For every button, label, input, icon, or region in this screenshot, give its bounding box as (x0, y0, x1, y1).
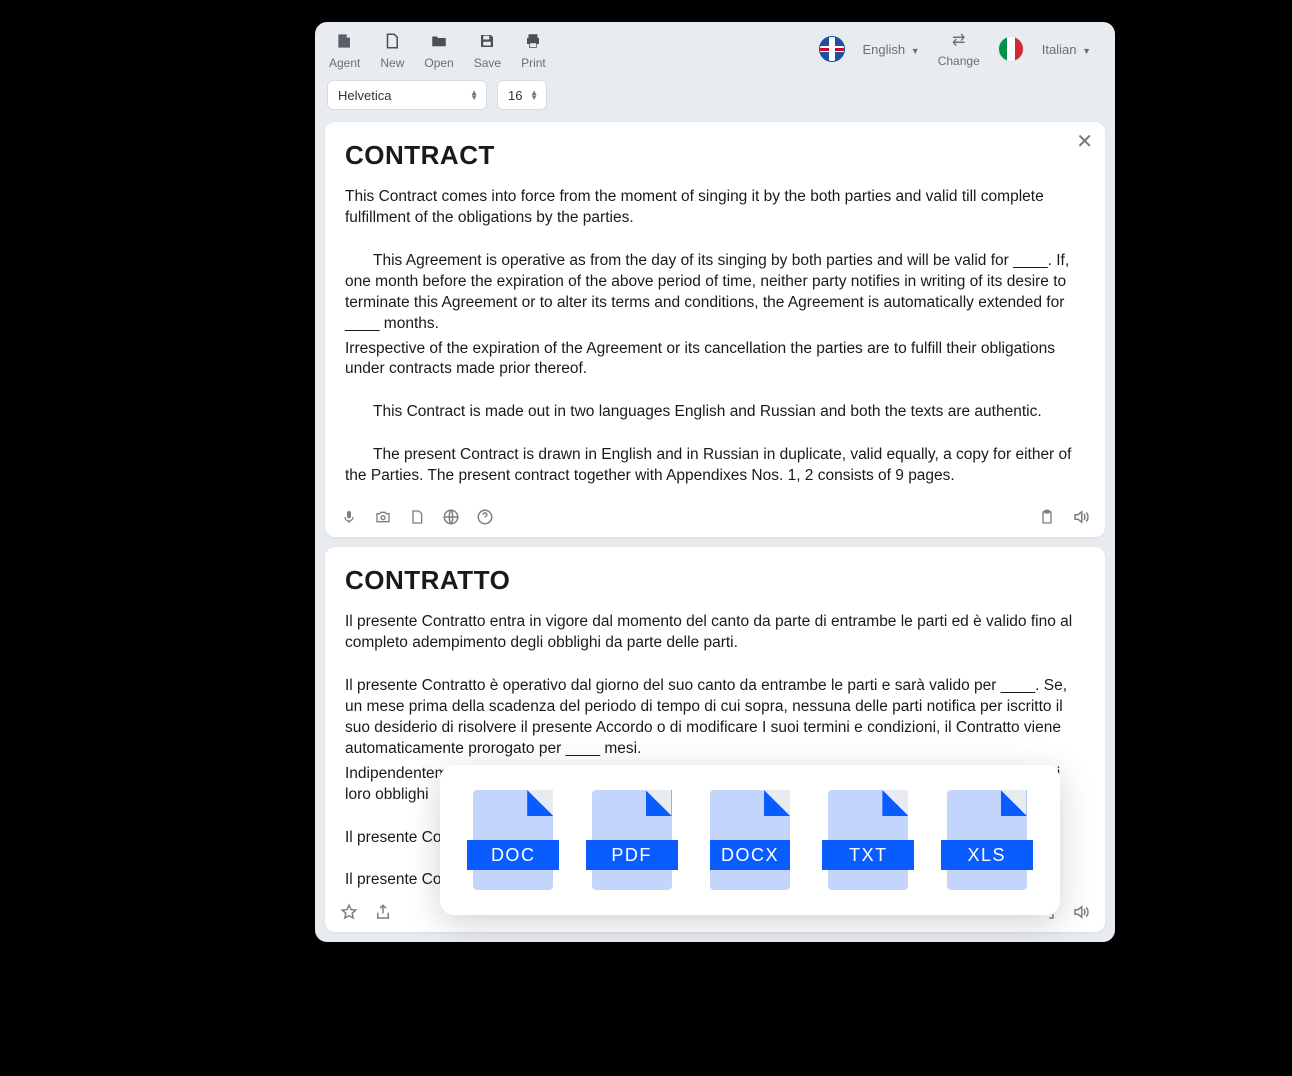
new-button[interactable]: New (380, 30, 404, 70)
xls-label: XLS (941, 840, 1033, 870)
source-p2a: This Agreement is operative as from the … (345, 251, 1085, 335)
share-icon[interactable] (373, 902, 393, 922)
doc-label: DOC (467, 840, 559, 870)
source-footer (325, 501, 1105, 537)
speaker-icon[interactable] (1071, 507, 1091, 527)
source-p1: This Contract comes into force from the … (345, 187, 1085, 229)
chevron-updown-icon: ▲▼ (470, 90, 478, 100)
font-size-value: 16 (508, 88, 522, 103)
font-size-select[interactable]: 16 ▲▼ (497, 80, 547, 110)
language-section: English ▼ ⇄ Change Italian ▼ (819, 30, 1091, 68)
export-pdf[interactable]: PDF (592, 790, 672, 890)
help-icon[interactable] (475, 507, 495, 527)
speaker-icon[interactable] (1071, 902, 1091, 922)
font-value: Helvetica (338, 88, 391, 103)
target-p2a: Il presente Contratto è operativo dal gi… (345, 676, 1085, 760)
target-lang-label: Italian ▼ (1042, 42, 1091, 57)
save-icon (476, 30, 498, 52)
new-label: New (380, 56, 404, 70)
target-heading: CONTRATTO (345, 565, 1085, 596)
print-button[interactable]: Print (521, 30, 546, 70)
clipboard-icon[interactable] (1037, 507, 1057, 527)
target-lang-text: Italian (1042, 42, 1077, 57)
source-flag-col (819, 36, 845, 62)
source-lang-selector[interactable]: English ▼ (863, 42, 920, 57)
txt-file-icon: TXT (828, 790, 908, 890)
source-p3: This Contract is made out in two languag… (345, 402, 1085, 423)
source-lang-text: English (863, 42, 906, 57)
source-content[interactable]: CONTRACT This Contract comes into force … (325, 122, 1105, 501)
swap-icon: ⇄ (952, 30, 965, 50)
xls-file-icon: XLS (947, 790, 1027, 890)
docx-file-icon: DOCX (710, 790, 790, 890)
toolbar: Agent New Open Save (315, 22, 1115, 74)
export-docx[interactable]: DOCX (710, 790, 790, 890)
save-label: Save (474, 56, 501, 70)
format-bar: Helvetica ▲▼ 16 ▲▼ (315, 74, 1115, 122)
export-txt[interactable]: TXT (828, 790, 908, 890)
export-xls[interactable]: XLS (947, 790, 1027, 890)
folder-icon (428, 30, 450, 52)
document-icon[interactable] (407, 507, 427, 527)
toolbar-group-file: Agent New Open Save (329, 30, 546, 70)
swap-languages-button[interactable]: ⇄ Change (938, 30, 980, 68)
agent-icon (334, 30, 356, 52)
doc-file-icon: DOC (473, 790, 553, 890)
mic-icon[interactable] (339, 507, 359, 527)
source-p2b: Irrespective of the expiration of the Ag… (345, 339, 1085, 381)
docx-label: DOCX (710, 840, 790, 870)
camera-icon[interactable] (373, 507, 393, 527)
swap-label: Change (938, 54, 980, 68)
chevron-updown-icon: ▲▼ (530, 90, 538, 100)
target-flag-col (998, 36, 1024, 62)
agent-button[interactable]: Agent (329, 30, 360, 70)
target-lang-selector[interactable]: Italian ▼ (1042, 42, 1091, 57)
target-p1: Il presente Contratto entra in vigore da… (345, 612, 1085, 654)
open-button[interactable]: Open (424, 30, 453, 70)
agent-label: Agent (329, 56, 360, 70)
print-label: Print (521, 56, 546, 70)
source-p4: The present Contract is drawn in English… (345, 445, 1085, 487)
pdf-file-icon: PDF (592, 790, 672, 890)
open-label: Open (424, 56, 453, 70)
new-file-icon (381, 30, 403, 52)
export-doc[interactable]: DOC (473, 790, 553, 890)
txt-label: TXT (822, 840, 914, 870)
save-button[interactable]: Save (474, 30, 501, 70)
close-icon[interactable]: ✕ (1076, 132, 1093, 152)
globe-icon[interactable] (441, 507, 461, 527)
source-panel: ✕ CONTRACT This Contract comes into forc… (325, 122, 1105, 537)
print-icon (522, 30, 544, 52)
uk-flag-icon (819, 36, 845, 62)
source-lang-label: English ▼ (863, 42, 920, 57)
source-heading: CONTRACT (345, 140, 1085, 171)
pdf-label: PDF (586, 840, 678, 870)
font-select[interactable]: Helvetica ▲▼ (327, 80, 487, 110)
export-formats-popup: DOC PDF DOCX TXT XLS (440, 765, 1060, 915)
star-icon[interactable] (339, 902, 359, 922)
italy-flag-icon (998, 36, 1024, 62)
